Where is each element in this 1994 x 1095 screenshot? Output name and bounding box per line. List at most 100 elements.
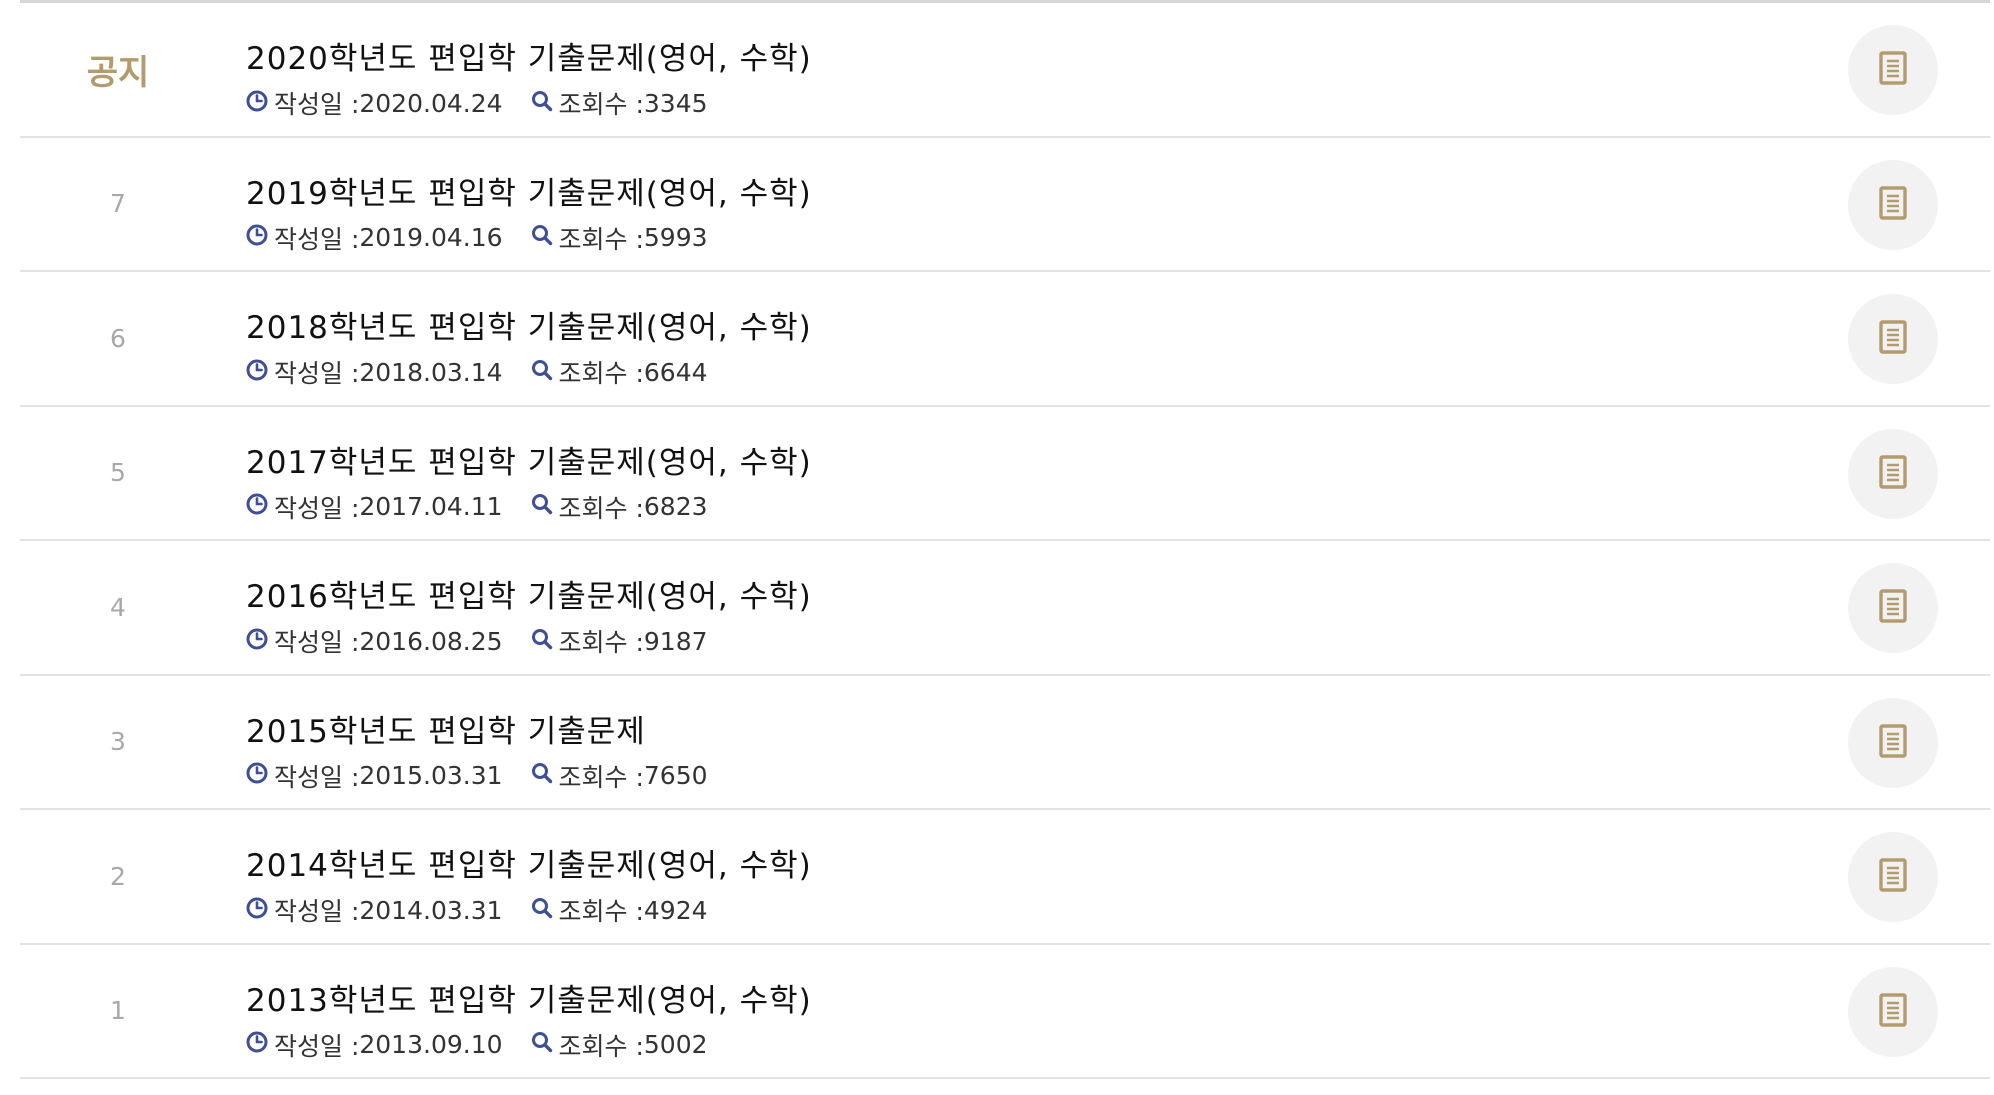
date-label: 작성일 : bbox=[274, 897, 360, 926]
post-views: 조회수 : 6823 bbox=[531, 489, 708, 525]
search-icon bbox=[531, 223, 553, 252]
document-icon bbox=[1879, 320, 1907, 358]
post-meta: 작성일 : 2019.04.16 조회수 : 5993 bbox=[246, 220, 708, 256]
post-meta: 작성일 : 2014.03.31 조회수 : 4924 bbox=[246, 892, 708, 928]
post-views: 조회수 : 5993 bbox=[531, 220, 708, 256]
document-icon bbox=[1879, 589, 1907, 627]
search-icon bbox=[531, 492, 553, 521]
list-item: 6 2018학년도 편입학 기출문제(영어, 수학) 작성일 : 2018.03… bbox=[20, 272, 1990, 407]
search-icon bbox=[531, 627, 553, 656]
post-date: 작성일 : 2016.08.25 bbox=[246, 623, 503, 659]
views-value: 5002 bbox=[643, 1030, 708, 1059]
post-views: 조회수 : 5002 bbox=[531, 1027, 708, 1063]
clock-icon bbox=[246, 1030, 268, 1059]
post-views: 조회수 : 7650 bbox=[531, 758, 708, 794]
date-value: 2015.03.31 bbox=[359, 761, 503, 790]
list-item: 공지 2020학년도 편입학 기출문제(영어, 수학) 작성일 : 2020.0… bbox=[20, 3, 1990, 138]
date-value: 2018.03.14 bbox=[359, 357, 503, 387]
document-icon bbox=[1879, 454, 1907, 493]
document-icon bbox=[1879, 858, 1907, 896]
date-value: 2020.04.24 bbox=[359, 88, 503, 118]
post-title-link[interactable]: 2013학년도 편입학 기출문제(영어, 수학) bbox=[246, 975, 812, 1020]
search-icon bbox=[531, 358, 553, 387]
date-label: 작성일 : bbox=[274, 90, 360, 119]
clock-icon bbox=[246, 896, 268, 925]
clock-icon bbox=[246, 223, 268, 252]
views-label: 조회수 : bbox=[558, 897, 644, 926]
date-label: 작성일 : bbox=[274, 1031, 360, 1061]
post-views: 조회수 : 6644 bbox=[531, 354, 708, 390]
post-number: 5 bbox=[110, 458, 126, 488]
views-value: 6823 bbox=[643, 492, 708, 521]
post-meta: 작성일 : 2013.09.10 조회수 : 5002 bbox=[246, 1027, 708, 1063]
post-meta: 작성일 : 2017.04.11 조회수 : 6823 bbox=[246, 489, 708, 525]
post-date: 작성일 : 2015.03.31 bbox=[246, 758, 503, 794]
post-number: 7 bbox=[110, 189, 126, 219]
document-icon bbox=[1879, 723, 1907, 762]
attachment-button[interactable] bbox=[1848, 25, 1938, 115]
post-views: 조회수 : 4924 bbox=[531, 892, 708, 928]
views-label: 조회수 : bbox=[558, 493, 644, 523]
views-label: 조회수 : bbox=[558, 224, 644, 254]
search-icon bbox=[531, 896, 553, 925]
views-value: 5993 bbox=[643, 223, 708, 252]
post-meta: 작성일 : 2020.04.24 조회수 : 3345 bbox=[246, 85, 708, 121]
views-value: 4924 bbox=[643, 895, 708, 925]
post-title-link[interactable]: 2015학년도 편입학 기출문제 bbox=[246, 706, 646, 751]
post-number: 6 bbox=[110, 323, 126, 353]
views-label: 조회수 : bbox=[558, 1031, 644, 1061]
post-title-link[interactable]: 2018학년도 편입학 기출문제(영어, 수학) bbox=[246, 302, 812, 347]
clock-icon bbox=[246, 761, 268, 790]
post-views: 조회수 : 3345 bbox=[531, 85, 708, 121]
post-list: 공지 2020학년도 편입학 기출문제(영어, 수학) 작성일 : 2020.0… bbox=[20, 0, 1990, 1079]
post-date: 작성일 : 2019.04.16 bbox=[246, 220, 503, 256]
search-icon bbox=[531, 761, 553, 790]
date-label: 작성일 : bbox=[274, 359, 360, 388]
clock-icon bbox=[246, 492, 268, 521]
post-title-link[interactable]: 2017학년도 편입학 기출문제(영어, 수학) bbox=[246, 437, 812, 482]
document-icon bbox=[1879, 51, 1907, 89]
attachment-button[interactable] bbox=[1848, 832, 1938, 922]
date-label: 작성일 : bbox=[274, 628, 360, 657]
post-title-link[interactable]: 2019학년도 편입학 기출문제(영어, 수학) bbox=[246, 168, 812, 213]
attachment-button[interactable] bbox=[1848, 428, 1938, 519]
post-title-link[interactable]: 2014학년도 편입학 기출문제(영어, 수학) bbox=[246, 840, 812, 885]
post-number: 1 bbox=[110, 996, 126, 1026]
views-value: 9187 bbox=[643, 626, 708, 656]
list-item: 7 2019학년도 편입학 기출문제(영어, 수학) 작성일 : 2019.04… bbox=[20, 138, 1990, 272]
document-icon bbox=[1879, 992, 1907, 1031]
search-icon bbox=[531, 1030, 553, 1059]
date-value: 2016.08.25 bbox=[359, 626, 503, 656]
list-item: 4 2016학년도 편입학 기출문제(영어, 수학) 작성일 : 2016.08… bbox=[20, 541, 1990, 676]
attachment-button[interactable] bbox=[1848, 697, 1938, 788]
date-value: 2013.09.10 bbox=[359, 1030, 503, 1059]
list-item: 5 2017학년도 편입학 기출문제(영어, 수학) 작성일 : 2017.04… bbox=[20, 407, 1990, 541]
post-date: 작성일 : 2018.03.14 bbox=[246, 354, 503, 390]
attachment-button[interactable] bbox=[1848, 563, 1938, 653]
views-value: 7650 bbox=[643, 761, 708, 790]
post-date: 작성일 : 2014.03.31 bbox=[246, 892, 503, 928]
views-value: 6644 bbox=[643, 357, 708, 387]
post-meta: 작성일 : 2015.03.31 조회수 : 7650 bbox=[246, 758, 708, 794]
list-item: 3 2015학년도 편입학 기출문제 작성일 : 2015.03.31 조회수 … bbox=[20, 676, 1990, 810]
attachment-button[interactable] bbox=[1848, 159, 1938, 250]
date-label: 작성일 : bbox=[274, 224, 360, 254]
document-icon bbox=[1879, 185, 1907, 224]
post-number: 공지 bbox=[86, 52, 150, 93]
clock-icon bbox=[246, 627, 268, 656]
attachment-button[interactable] bbox=[1848, 966, 1938, 1057]
views-value: 3345 bbox=[643, 88, 708, 118]
attachment-button[interactable] bbox=[1848, 294, 1938, 384]
post-date: 작성일 : 2020.04.24 bbox=[246, 85, 503, 121]
post-title-link[interactable]: 2016학년도 편입학 기출문제(영어, 수학) bbox=[246, 571, 812, 616]
views-label: 조회수 : bbox=[558, 628, 644, 657]
post-title-link[interactable]: 2020학년도 편입학 기출문제(영어, 수학) bbox=[246, 33, 812, 78]
post-number: 3 bbox=[110, 727, 126, 757]
list-item: 1 2013학년도 편입학 기출문제(영어, 수학) 작성일 : 2013.09… bbox=[20, 945, 1990, 1079]
clock-icon bbox=[246, 89, 268, 118]
clock-icon bbox=[246, 358, 268, 387]
date-label: 작성일 : bbox=[274, 493, 360, 523]
post-views: 조회수 : 9187 bbox=[531, 623, 708, 659]
search-icon bbox=[531, 89, 553, 118]
date-value: 2019.04.16 bbox=[359, 223, 503, 252]
